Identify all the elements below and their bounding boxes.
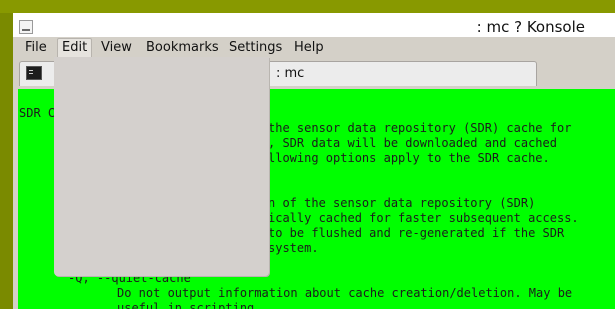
menu-edit[interactable]: Edit <box>57 38 93 59</box>
terminal-line: llowing options apply to the SDR cache. <box>268 151 550 165</box>
menu-bookmarks[interactable]: Bookmarks <box>142 38 223 57</box>
title-bar: : mc ? Konsole <box>13 13 615 38</box>
terminal-icon <box>26 66 42 80</box>
menu-bar: File Edit View Bookmarks Settings Help <box>13 37 615 59</box>
terminal-line: Do not output information about cache cr… <box>117 286 573 300</box>
terminal-line: the sensor data repository (SDR) cache f… <box>268 121 572 135</box>
terminal-line: ically cached for faster subsequent acce… <box>268 211 579 225</box>
edit-menu-popup[interactable] <box>54 57 269 276</box>
menu-help[interactable]: Help <box>290 38 328 57</box>
terminal-line: system. <box>268 241 319 255</box>
menu-file[interactable]: File <box>21 38 51 57</box>
terminal-line: SDR C <box>19 106 56 120</box>
terminal-line: , SDR data will be downloaded and cached <box>268 136 557 150</box>
window-menu-icon[interactable] <box>19 20 33 34</box>
terminal-line: n of the sensor data repository (SDR) <box>268 196 536 210</box>
terminal-line: to be flushed and re-generated if the SD… <box>268 226 565 240</box>
desktop-background <box>0 0 615 13</box>
terminal-line: useful in scripting. <box>117 301 262 309</box>
menu-settings[interactable]: Settings <box>225 38 286 57</box>
tab-label: : mc <box>276 66 305 81</box>
window-title: : mc ? Konsole <box>476 18 585 36</box>
menu-view[interactable]: View <box>97 38 136 57</box>
